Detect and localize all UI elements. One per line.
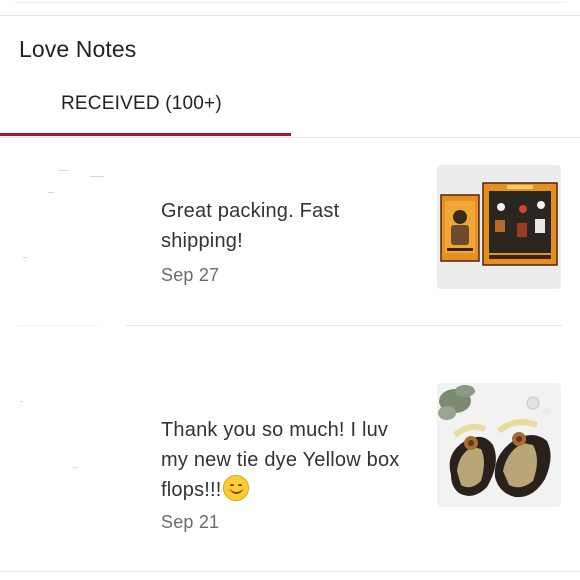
boxed-ornaments-photo[interactable] <box>437 165 561 289</box>
note-message: Great packing. Fast shipping! <box>161 200 340 252</box>
tab-received[interactable]: RECEIVED (100+) <box>0 78 291 136</box>
note-date: Sep 21 <box>161 512 220 532</box>
top-edge-bar <box>0 0 580 16</box>
divider <box>126 325 562 326</box>
avatar[interactable] <box>18 397 118 517</box>
top-edge-line <box>14 0 566 3</box>
flip-flops-image <box>437 383 561 507</box>
flip-flops-photo[interactable] <box>437 383 561 507</box>
note-message-text: Thank you so much! I luv my new tie dye … <box>161 419 400 501</box>
note-date: Sep 27 <box>161 265 220 285</box>
note-message: Thank you so much! I luv my new tie dye … <box>161 415 411 505</box>
love-note-item[interactable]: Great packing. Fast shipping! Sep 27 <box>0 140 580 326</box>
tab-received-label: RECEIVED (100+) <box>61 93 222 114</box>
avatar-speck <box>20 401 23 402</box>
smiling-face-emoji-icon <box>222 475 249 501</box>
avatar[interactable] <box>18 162 118 282</box>
love-note-item[interactable]: Thank you so much! I luv my new tie dye … <box>0 327 580 572</box>
tab-bar: RECEIVED (100+) <box>0 78 580 138</box>
divider <box>18 325 98 326</box>
avatar-speck <box>23 257 27 258</box>
page-title: Love Notes <box>19 36 137 62</box>
divider <box>0 571 580 572</box>
avatar-speck <box>73 467 77 468</box>
boxed-ornaments-image <box>437 165 561 289</box>
avatar-speck <box>48 192 54 193</box>
avatar-speck <box>58 170 68 171</box>
avatar-speck <box>90 176 104 177</box>
